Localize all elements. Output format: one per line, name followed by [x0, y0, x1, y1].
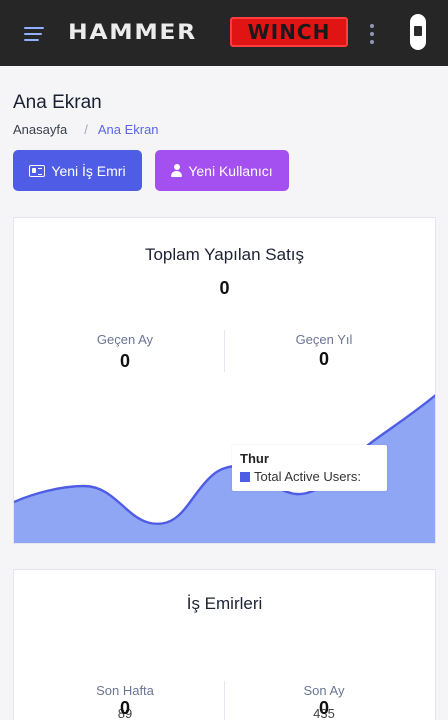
- breadcrumb: Anasayfa / Ana Ekran: [13, 122, 159, 137]
- last-year-value: 0: [318, 349, 329, 369]
- last-year-stat: Geçen Yıl 0: [224, 332, 424, 370]
- brand-logo[interactable]: HAMMER WINCH: [68, 16, 348, 48]
- work-orders-card-title: İş Emirleri: [186, 594, 263, 613]
- breadcrumb-current: Ana Ekran: [97, 122, 159, 137]
- main-content: Ana Ekran Anasayfa / Ana Ekran Yeni İş Emr…: [0, 66, 448, 720]
- breadcrumb-separator: /: [84, 122, 88, 137]
- last-month-orders-label: Son Ay: [303, 683, 345, 698]
- last-month-value: 0: [119, 351, 130, 371]
- series-color-swatch: [240, 471, 250, 482]
- sales-total-value: 0: [219, 278, 230, 298]
- chart-tooltip: Thur Total Active Users:: [232, 445, 387, 491]
- breadcrumb-home-link[interactable]: Anasayfa: [13, 122, 67, 137]
- tooltip-title: Thur: [240, 451, 269, 466]
- page-title: Ana Ekran: [13, 92, 102, 113]
- last-week-value: 0: [119, 698, 130, 718]
- last-month-label: Geçen Ay: [96, 332, 154, 347]
- last-week-label: Son Hafta: [96, 683, 154, 698]
- kebab-menu-icon[interactable]: [365, 22, 379, 46]
- last-month-orders-value: 0: [318, 698, 329, 718]
- top-navbar: HAMMER WINCH: [0, 0, 448, 66]
- new-work-order-button[interactable]: Yeni İş Emri: [13, 150, 142, 191]
- last-week-stat: Son Hafta 89 0: [25, 683, 225, 720]
- logo-winch-text: WINCH: [230, 17, 348, 47]
- last-year-label: Geçen Yıl: [295, 332, 353, 347]
- new-work-order-label: Yeni İş Emri: [51, 162, 126, 179]
- new-user-label: Yeni Kullanıcı: [188, 162, 273, 179]
- hamburger-menu-icon[interactable]: [24, 24, 48, 42]
- user-icon: [171, 164, 183, 177]
- new-user-button[interactable]: Yeni Kullanıcı: [155, 150, 289, 191]
- tooltip-row: Total Active Users:: [240, 469, 361, 484]
- sales-card: Toplam Yapılan Satış 0 Geçen Ay 0 Geçen …: [13, 217, 436, 544]
- tooltip-series-label: Total Active Users:: [254, 469, 361, 484]
- id-card-icon: [29, 164, 46, 177]
- last-month-stat: Geçen Ay 0: [25, 332, 225, 372]
- avatar-image-icon: [414, 26, 422, 36]
- last-month-orders-stat: Son Ay 435 0: [224, 683, 424, 720]
- logo-hammer-text: HAMMER: [68, 20, 197, 44]
- sales-card-title: Toplam Yapılan Satış: [144, 245, 305, 264]
- user-avatar[interactable]: [410, 14, 426, 50]
- work-orders-card: İş Emirleri Son Hafta 89 0 Son Ay 435 0: [13, 569, 436, 720]
